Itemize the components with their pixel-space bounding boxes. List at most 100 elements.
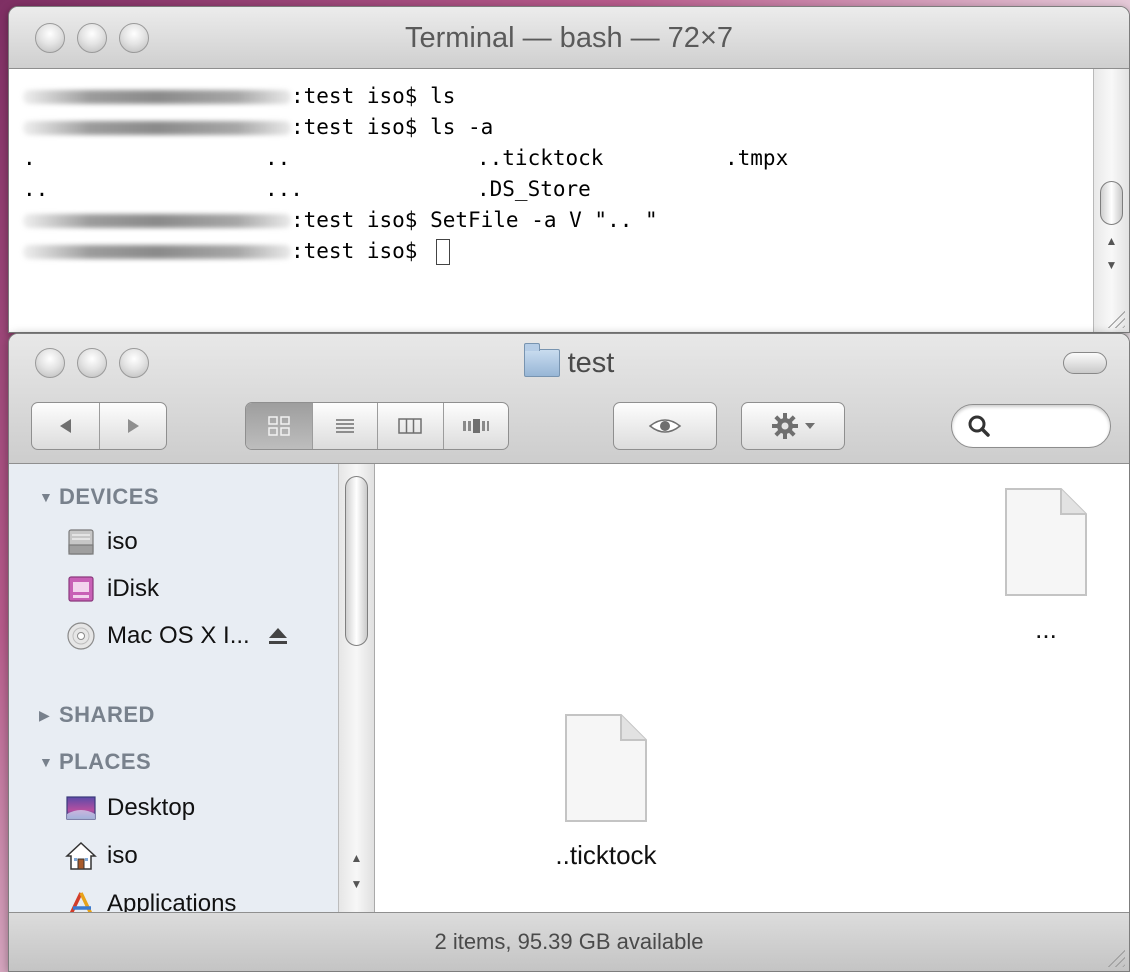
resize-grip-icon[interactable] [1103, 945, 1125, 967]
terminal-line: :test iso$ ls -a [23, 112, 1093, 143]
terminal-titlebar[interactable]: Terminal — bash — 72×7 [9, 7, 1129, 69]
finder-window: test ▼ DEVICES iso iDisk Mac OS X I... ▶… [8, 333, 1130, 972]
icon-view-icon [268, 416, 290, 436]
quick-look-inner[interactable] [614, 403, 716, 449]
sidebar-header-label: DEVICES [59, 484, 160, 509]
ls-entry: .DS_Store [477, 177, 591, 201]
file-icon-view[interactable]: ... ..ticktock [375, 464, 1129, 914]
terminal-title: Terminal — bash — 72×7 [404, 22, 734, 54]
sidebar-item-label: iso [107, 842, 138, 869]
sidebar-header-label: PLACES [59, 749, 152, 774]
text-cursor [436, 238, 451, 265]
file-name: ..ticktock [555, 840, 657, 870]
resize-grip-icon[interactable] [1103, 306, 1125, 328]
terminal-line-text: :test iso$ SetFile -a V ".. " [291, 208, 658, 232]
sidebar-item-label: Mac OS X I... [107, 622, 250, 649]
action-menu-inner[interactable] [742, 403, 844, 449]
ls-entry: .. [23, 177, 49, 201]
disclosure-collapsed-icon[interactable]: ▶ [39, 707, 53, 724]
forward-button[interactable] [99, 403, 166, 449]
list-view-icon [335, 419, 354, 433]
action-menu-button[interactable] [741, 402, 845, 450]
icon-view-button[interactable] [246, 403, 312, 449]
scroll-thumb[interactable] [1100, 181, 1123, 225]
quick-look-button[interactable] [613, 402, 717, 450]
finder-chrome: test [9, 334, 1129, 464]
ls-entry: ..ticktock [477, 146, 604, 170]
sidebar-item-idisk[interactable]: iDisk [65, 569, 159, 609]
scroll-down-arrow-icon[interactable]: ▼ [1094, 253, 1129, 277]
sidebar-header-places[interactable]: ▼ PLACES [39, 745, 151, 779]
view-mode-control [245, 402, 509, 450]
ls-entry: .tmpx [725, 146, 789, 170]
coverflow-view-button[interactable] [442, 403, 509, 449]
back-arrow-icon [59, 419, 71, 433]
file-item[interactable]: ..ticktock [521, 712, 691, 871]
document-icon [565, 714, 647, 822]
redacted-hostname [23, 120, 291, 135]
redacted-hostname [23, 213, 291, 228]
column-view-button[interactable] [377, 403, 443, 449]
terminal-scrollbar[interactable]: ▲ ▼ [1093, 69, 1129, 332]
eject-icon[interactable] [267, 625, 289, 647]
search-field[interactable] [951, 404, 1111, 448]
sidebar-header-label: SHARED [59, 702, 155, 727]
sidebar-header-devices[interactable]: ▼ DEVICES [39, 480, 159, 514]
terminal-line: ... ..ticktock .tmpx [23, 143, 1093, 174]
finder-title-text: test [567, 346, 615, 379]
applications-icon [69, 892, 93, 914]
search-icon [968, 415, 990, 437]
column-view-icon [398, 418, 422, 434]
sidebar-item-label: Desktop [107, 794, 196, 821]
sidebar-item-label: Applications [107, 890, 237, 914]
desktop-icon [66, 796, 96, 820]
scroll-thumb[interactable] [345, 476, 368, 646]
redacted-hostname [23, 89, 291, 104]
ls-entry: . [23, 146, 36, 170]
back-forward-control [31, 402, 167, 450]
disclosure-expanded-icon[interactable]: ▼ [39, 754, 53, 770]
finder-title: test [9, 334, 1129, 392]
document-icon [1005, 488, 1087, 596]
gear-icon [772, 413, 798, 439]
toolbar-toggle-button[interactable] [1063, 352, 1107, 374]
list-view-button[interactable] [311, 403, 378, 449]
scroll-down-arrow-icon[interactable]: ▼ [339, 872, 374, 896]
status-bar: 2 items, 95.39 GB available [9, 912, 1129, 971]
terminal-prompt: :test iso$ [291, 239, 431, 263]
coverflow-view-icon [462, 419, 489, 433]
scroll-up-arrow-icon[interactable]: ▲ [339, 846, 374, 870]
terminal-line: ..... .DS_Store [23, 174, 1093, 205]
terminal-line-text: :test iso$ ls -a [291, 115, 494, 139]
scroll-up-arrow-icon[interactable]: ▲ [1094, 229, 1129, 253]
sidebar-item-iso-disk[interactable]: iso [65, 522, 138, 562]
finder-titlebar[interactable]: test [9, 334, 1129, 392]
terminal-window: Terminal — bash — 72×7 :test iso$ ls :te… [8, 6, 1130, 333]
ls-entry: ... [265, 177, 303, 201]
terminal-output[interactable]: :test iso$ ls :test iso$ ls -a ... ..tick… [9, 69, 1093, 332]
terminal-line: :test iso$ [23, 236, 1093, 267]
hard-drive-icon [68, 529, 94, 555]
ls-entry: .. [265, 146, 291, 170]
file-item[interactable]: ... [991, 486, 1101, 645]
forward-arrow-icon [128, 419, 139, 433]
disclosure-expanded-icon[interactable]: ▼ [39, 489, 53, 505]
sidebar-item-mac-os-x-disc[interactable]: Mac OS X I... [65, 616, 250, 656]
terminal-line: :test iso$ ls [23, 81, 1093, 112]
finder-toolbar [9, 392, 1129, 464]
home-icon [65, 841, 97, 870]
sidebar-header-shared[interactable]: ▶ SHARED [39, 698, 155, 732]
chevron-down-icon [805, 423, 815, 429]
redacted-hostname [23, 244, 291, 259]
sidebar-item-home[interactable]: iso [65, 836, 138, 876]
sidebar-item-label: iDisk [107, 575, 159, 602]
sidebar-item-label: iso [107, 528, 138, 555]
sidebar-scrollbar[interactable]: ▲ ▼ [338, 464, 374, 914]
sidebar-item-applications[interactable]: Applications [65, 884, 236, 914]
optical-disc-icon [67, 622, 95, 650]
back-button[interactable] [32, 403, 99, 449]
folder-icon [523, 343, 560, 377]
terminal-line-text: :test iso$ ls [291, 84, 456, 108]
sidebar-item-desktop[interactable]: Desktop [65, 788, 195, 828]
idisk-icon [68, 576, 94, 602]
